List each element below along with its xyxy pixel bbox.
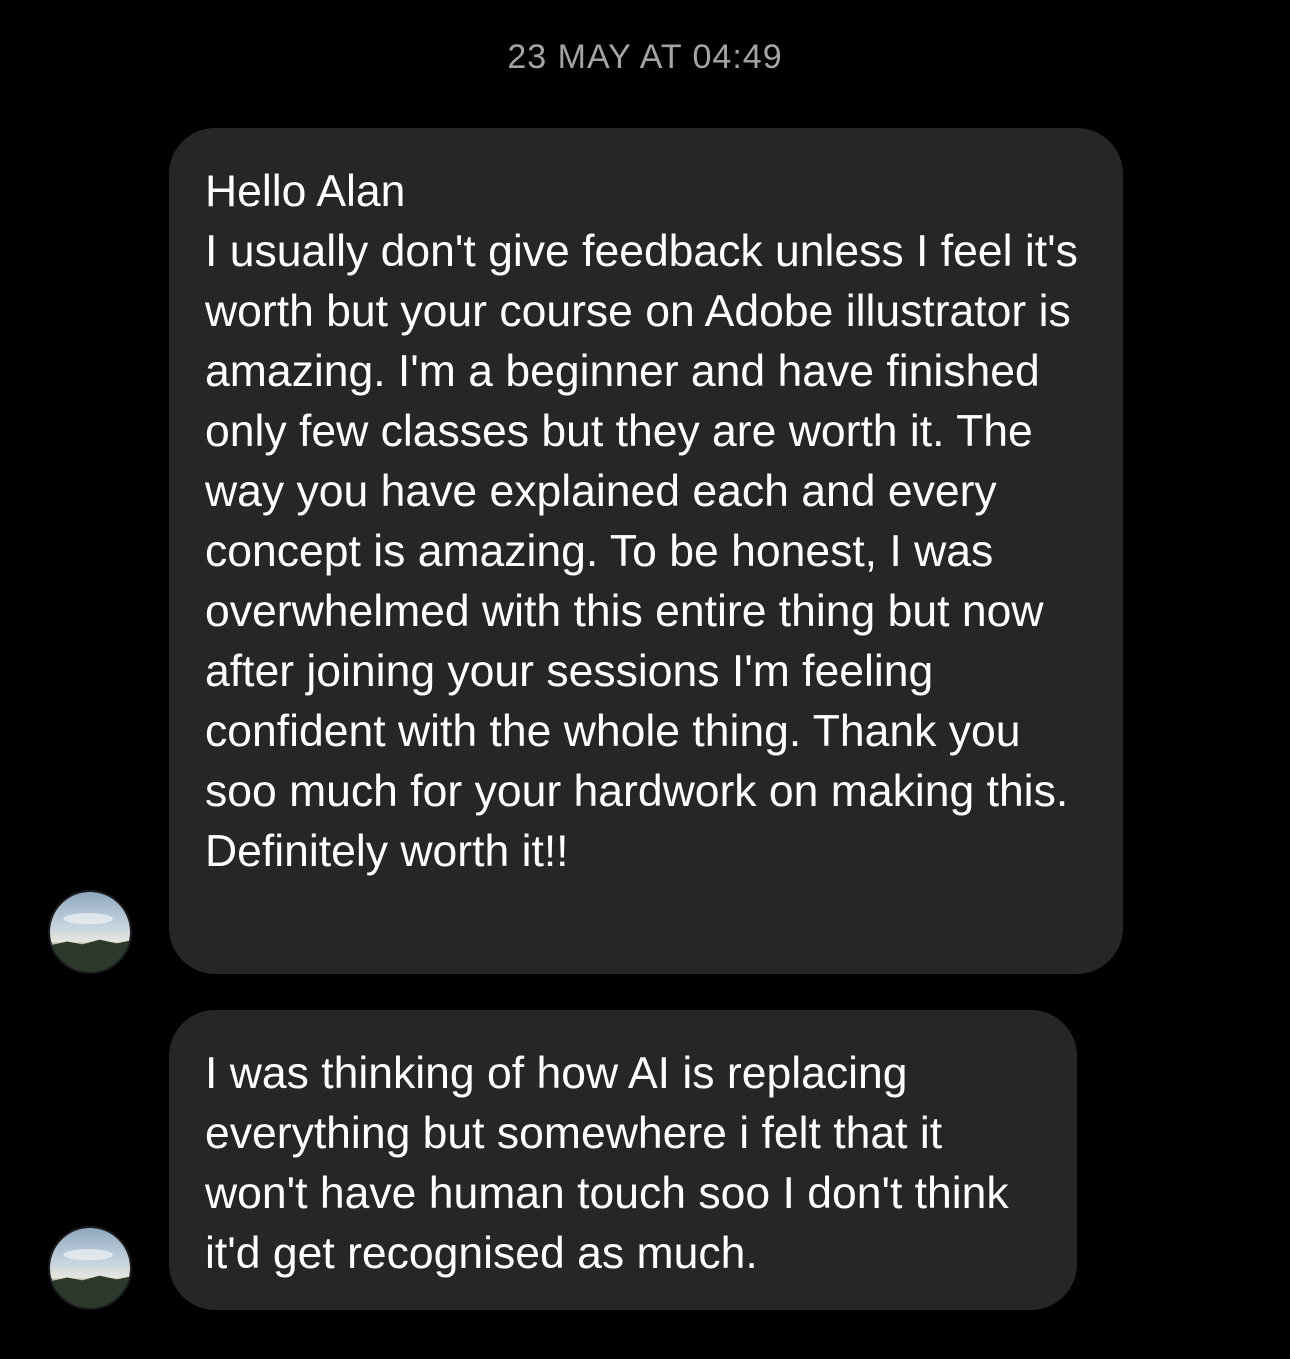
message-bubble[interactable]: Hello Alan I usually don't give feedback…	[169, 128, 1123, 974]
message-timestamp: 23 MAY AT 04:49	[507, 38, 783, 76]
avatar[interactable]	[48, 1226, 132, 1310]
avatar-landscape-icon	[50, 1228, 130, 1308]
message-bubble[interactable]: I was thinking of how AI is replacing ev…	[169, 1010, 1077, 1310]
message-text: I was thinking of how AI is replacing ev…	[205, 1049, 1009, 1278]
avatar-landscape-icon	[50, 892, 130, 972]
message-greeting: Hello Alan	[205, 167, 406, 216]
avatar[interactable]	[48, 890, 132, 974]
message-text: I usually don't give feedback unless I f…	[205, 227, 1078, 876]
